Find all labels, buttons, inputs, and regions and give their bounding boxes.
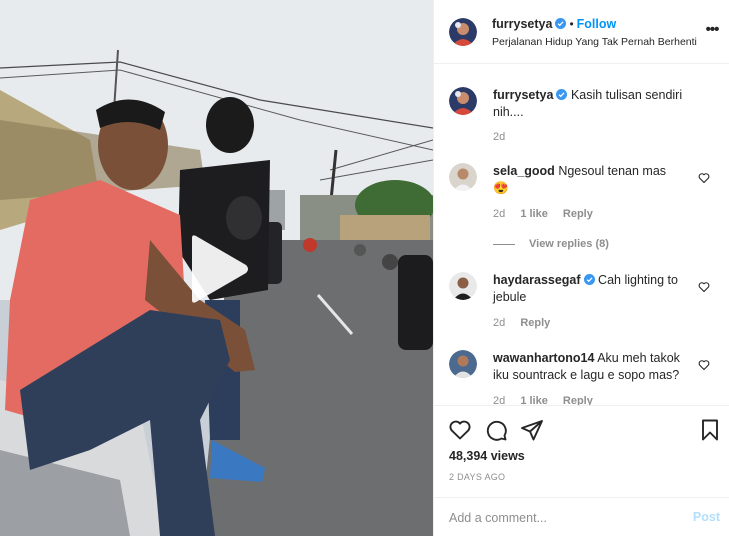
verified-badge-icon — [555, 18, 567, 29]
separator-dot: • — [569, 17, 574, 31]
comment-body: furrysetya Kasih tulisan sendiri nih.... — [493, 87, 693, 121]
comment-likes[interactable]: 1 like — [520, 208, 548, 220]
comment-time: 2d — [493, 208, 506, 220]
post-comment-button[interactable]: Post — [693, 510, 720, 524]
comment-body: wawanhartono14 Aku meh takok iku sountra… — [493, 350, 693, 384]
like-comment-heart-icon[interactable] — [698, 172, 710, 184]
comment-meta: 2d Reply — [493, 317, 562, 329]
bookmark-icon[interactable] — [698, 418, 722, 442]
location-link[interactable]: Perjalanan Hidup Yang Tak Pernah Berhent… — [492, 36, 697, 48]
header-user-line: furrysetya • Follow — [492, 17, 616, 31]
comment-text: Ngesoul tenan mas — [558, 164, 667, 178]
avatar-image — [449, 272, 477, 300]
comments-list[interactable]: furrysetya Kasih tulisan sendiri nih....… — [434, 65, 729, 405]
header-username[interactable]: furrysetya — [492, 17, 552, 31]
comment-body: sela_good Ngesoul tenan mas 😍 — [493, 163, 693, 197]
comment-composer: Post — [434, 497, 729, 536]
view-replies-label: View replies (8) — [529, 238, 609, 250]
avatar-image — [449, 163, 477, 191]
like-comment-heart-icon[interactable] — [698, 281, 710, 293]
comment-time: 2d — [493, 131, 506, 143]
comment-time: 2d — [493, 395, 506, 405]
post-header: furrysetya • Follow Perjalanan Hidup Yang … — [434, 0, 729, 64]
avatar[interactable] — [449, 350, 477, 378]
play-icon[interactable] — [186, 234, 250, 304]
avatar-image — [449, 18, 477, 46]
avatar[interactable] — [449, 87, 477, 115]
verified-badge-icon — [556, 89, 568, 100]
view-replies-button[interactable]: View replies (8) — [493, 238, 609, 250]
reply-button[interactable]: Reply — [563, 208, 593, 220]
comment-username[interactable]: haydarassegaf — [493, 273, 581, 287]
avatar[interactable] — [449, 272, 477, 300]
comment-body: haydarassegaf Cah lighting to jebule — [493, 272, 693, 306]
verified-badge-icon — [583, 274, 595, 285]
avatar-image — [449, 87, 477, 115]
comment-time: 2d — [493, 317, 506, 329]
post-actions: 48,394 views 2 DAYS AGO — [434, 405, 729, 503]
avatar[interactable] — [449, 18, 477, 46]
comment-meta: 2d — [493, 131, 517, 143]
more-options-icon[interactable]: ••• — [702, 22, 722, 42]
heart-icon[interactable] — [448, 418, 472, 442]
avatar[interactable] — [449, 163, 477, 191]
view-count[interactable]: 48,394 views — [449, 449, 525, 463]
post-video[interactable] — [0, 0, 433, 536]
comment-meta: 2d 1 like Reply — [493, 208, 605, 220]
comment-bubble-icon[interactable] — [484, 418, 508, 442]
like-comment-heart-icon[interactable] — [698, 359, 710, 371]
comment-username[interactable]: furrysetya — [493, 88, 553, 102]
divider — [493, 243, 515, 245]
reply-button[interactable]: Reply — [520, 317, 550, 329]
post-date[interactable]: 2 DAYS AGO — [449, 472, 505, 482]
comment-username[interactable]: sela_good — [493, 164, 555, 178]
post-sidebar: furrysetya • Follow Perjalanan Hidup Yang … — [433, 0, 729, 536]
comment-username[interactable]: wawanhartono14 — [493, 351, 594, 365]
comment-likes[interactable]: 1 like — [520, 395, 548, 405]
comment-meta: 2d 1 like Reply — [493, 395, 605, 405]
heart-eyes-emoji-icon: 😍 — [493, 181, 509, 195]
paper-plane-icon[interactable] — [520, 418, 544, 442]
reply-button[interactable]: Reply — [563, 395, 593, 405]
avatar-image — [449, 350, 477, 378]
add-comment-input[interactable] — [449, 509, 669, 527]
follow-button[interactable]: Follow — [577, 17, 617, 31]
